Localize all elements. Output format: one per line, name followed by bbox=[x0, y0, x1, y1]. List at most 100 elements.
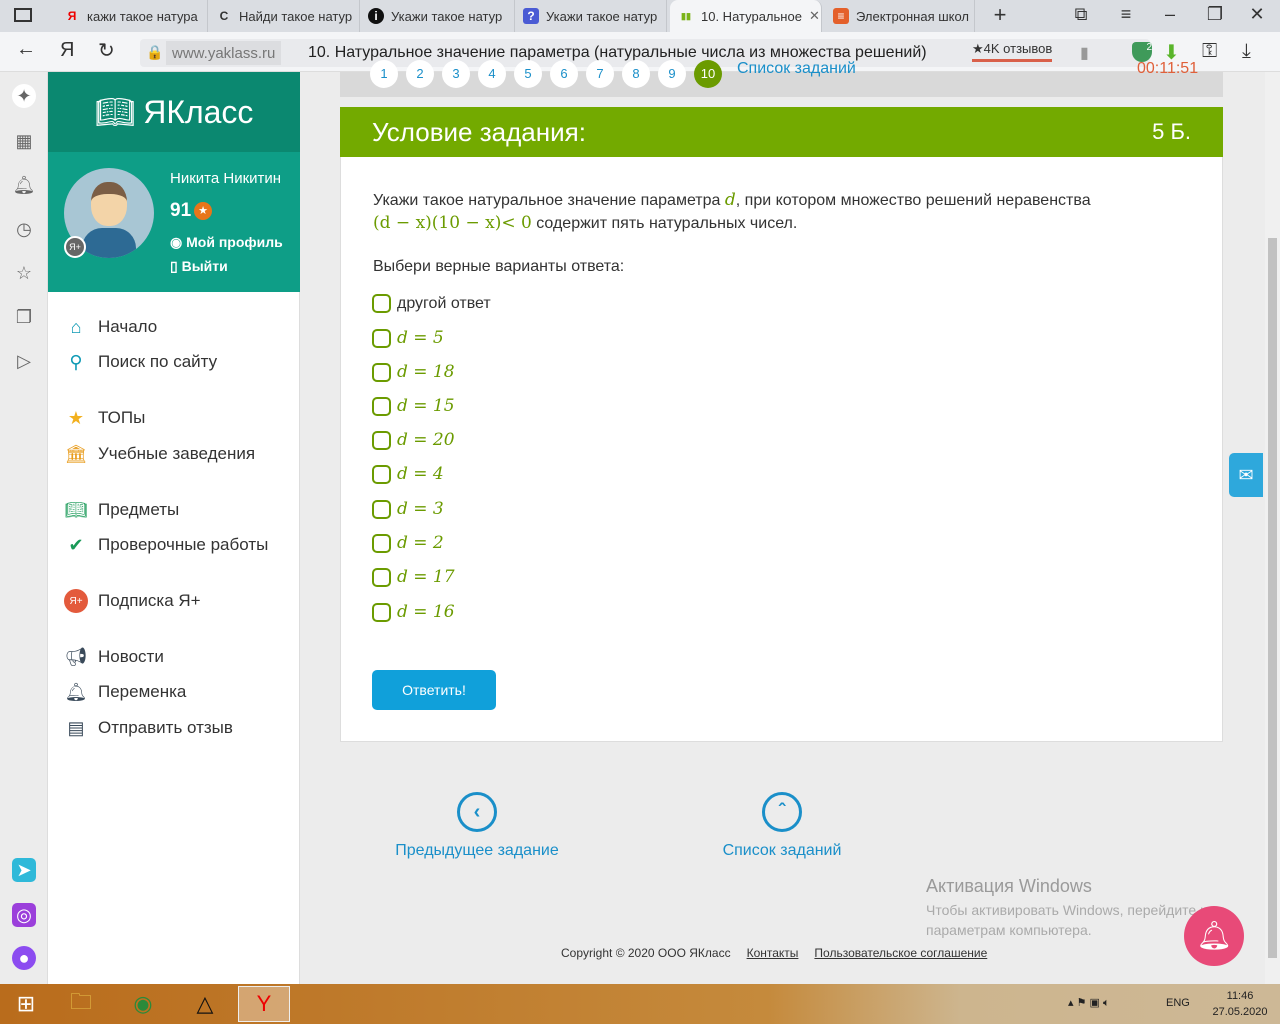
collections-icon[interactable]: ❐ bbox=[12, 305, 36, 329]
chrome-icon[interactable]: ◉ bbox=[117, 986, 169, 1022]
nav-item-news[interactable]: 📢︎ Новости bbox=[64, 645, 164, 669]
apps-grid-icon[interactable]: ▦ bbox=[12, 129, 36, 153]
site-logo[interactable]: 📖︎ ЯКласс bbox=[48, 72, 300, 152]
instagram-icon[interactable]: ◎ bbox=[12, 903, 36, 927]
answer-option[interactable]: d = 20 bbox=[372, 430, 455, 450]
browser-tab[interactable]: i Укажи такое натур bbox=[360, 0, 515, 32]
page-number[interactable]: 4 bbox=[478, 60, 506, 88]
bookmark-icon[interactable]: ▮ bbox=[1080, 43, 1089, 63]
star-coin-icon: ★ bbox=[194, 202, 212, 220]
avatar-icon[interactable]: ✦ bbox=[12, 84, 36, 108]
answer-checkbox[interactable] bbox=[372, 499, 391, 519]
browser-tab[interactable]: ? Укажи такое натур bbox=[515, 0, 667, 32]
browser-tab-active[interactable]: ▮▮ 10. Натуральное ✕ bbox=[670, 0, 822, 32]
nav-item-subscription[interactable]: Я+ Подписка Я+ bbox=[64, 589, 201, 613]
new-tab-icon[interactable]: + bbox=[985, 2, 1015, 28]
page-number[interactable]: 1 bbox=[370, 60, 398, 88]
chevron-up-icon: ˆ bbox=[762, 792, 802, 832]
star-icon[interactable]: ☆ bbox=[12, 261, 36, 285]
page-number[interactable]: 10 bbox=[694, 60, 722, 88]
scrollbar-thumb[interactable] bbox=[1268, 238, 1277, 958]
contacts-link[interactable]: Контакты bbox=[747, 946, 799, 960]
task-list-link[interactable]: Список заданий bbox=[737, 60, 856, 78]
user-icon: ◉ bbox=[170, 234, 187, 250]
minimize-icon[interactable]: – bbox=[1155, 4, 1185, 25]
yandex-home-icon[interactable]: Я bbox=[60, 39, 74, 62]
answer-option[interactable]: d = 17 bbox=[372, 567, 455, 587]
page-number[interactable]: 8 bbox=[622, 60, 650, 88]
task-list-bottom-link[interactable]: ˆ Список заданий bbox=[712, 792, 852, 860]
answer-option[interactable]: d = 18 bbox=[372, 362, 455, 382]
submit-answer-button[interactable]: Ответить! bbox=[372, 670, 496, 710]
menu-icon[interactable]: ≡ bbox=[1111, 4, 1141, 25]
adblock-shield-icon[interactable]: 2 bbox=[1132, 42, 1152, 62]
answer-checkbox[interactable] bbox=[372, 396, 391, 416]
nav-item-break[interactable]: 🔔︎ Переменка bbox=[64, 680, 187, 704]
browser-tab[interactable]: C Найди такое натур bbox=[208, 0, 360, 32]
answer-checkbox[interactable] bbox=[372, 430, 391, 450]
answer-checkbox[interactable] bbox=[372, 294, 391, 313]
answer-checkbox[interactable] bbox=[372, 533, 391, 553]
mail-feedback-icon[interactable]: ✉ bbox=[1229, 453, 1263, 497]
clock-time: 11:46 bbox=[1226, 990, 1254, 1002]
tray-icons[interactable]: ▴ ⚑ ▣ 🔈︎ bbox=[1068, 996, 1110, 1010]
page-number[interactable]: 2 bbox=[406, 60, 434, 88]
clock[interactable]: 11:46 27.05.2020 bbox=[1205, 988, 1275, 1020]
tabs-panel-icon[interactable] bbox=[14, 8, 32, 22]
windows-start-icon[interactable]: ⊞ bbox=[0, 986, 52, 1022]
answer-option[interactable]: d = 5 bbox=[372, 328, 444, 348]
answer-option[interactable]: d = 3 bbox=[372, 499, 444, 519]
answer-option[interactable]: d = 4 bbox=[372, 464, 444, 484]
answer-checkbox[interactable] bbox=[372, 602, 391, 622]
logout-link[interactable]: ▯ Выйти bbox=[170, 258, 228, 275]
nav-item-tests[interactable]: ✔ Проверочные работы bbox=[64, 533, 268, 557]
yandex-browser-icon[interactable]: Y bbox=[238, 986, 290, 1022]
reviews-badge[interactable]: ★4K отзывов bbox=[972, 41, 1053, 62]
restore-icon[interactable]: ❐ bbox=[1200, 4, 1230, 25]
answer-checkbox[interactable] bbox=[372, 567, 391, 587]
answer-checkbox[interactable] bbox=[372, 362, 391, 382]
browser-tab[interactable]: Якажи такое натура bbox=[56, 0, 208, 32]
reload-icon[interactable]: ↻ bbox=[98, 38, 115, 63]
answer-checkbox[interactable] bbox=[372, 464, 391, 484]
answer-checkbox[interactable] bbox=[372, 328, 391, 348]
notification-bell-icon[interactable]: 🔔︎ bbox=[1184, 906, 1244, 966]
downloads-icon[interactable]: ⤓ bbox=[1242, 40, 1251, 63]
bookmarks-icon[interactable]: ⧉ bbox=[1066, 4, 1096, 25]
close-tab-icon[interactable]: ✕ bbox=[809, 8, 820, 24]
answer-option-label: d = 2 bbox=[397, 533, 444, 553]
page-number[interactable]: 5 bbox=[514, 60, 542, 88]
bell-icon[interactable]: 🔔︎ bbox=[12, 173, 36, 197]
browser-tab[interactable]: ≡ Электронная школ bbox=[825, 0, 975, 32]
nav-item-search[interactable]: ⚲ Поиск по сайту bbox=[64, 350, 217, 374]
my-profile-label: Мой профиль bbox=[186, 234, 283, 250]
page-number[interactable]: 9 bbox=[658, 60, 686, 88]
my-profile-link[interactable]: ◉ Мой профиль bbox=[170, 234, 283, 251]
answer-option[interactable]: d = 15 bbox=[372, 396, 455, 416]
language-indicator[interactable]: ENG bbox=[1166, 997, 1190, 1009]
history-icon[interactable]: ◷ bbox=[12, 217, 36, 241]
file-explorer-icon[interactable]: 🗀 bbox=[55, 986, 107, 1022]
close-window-icon[interactable]: ✕ bbox=[1242, 4, 1272, 25]
nav-label: Учебные заведения bbox=[98, 444, 256, 463]
aimp-icon[interactable]: △ bbox=[179, 986, 231, 1022]
messenger-icon[interactable]: ➤ bbox=[12, 858, 36, 882]
back-icon[interactable]: ← bbox=[16, 38, 36, 61]
page-number[interactable]: 7 bbox=[586, 60, 614, 88]
answer-option[interactable]: d = 16 bbox=[372, 602, 455, 622]
nav-item-feedback[interactable]: ▤ Отправить отзыв bbox=[64, 716, 232, 740]
scrollbar[interactable] bbox=[1265, 72, 1280, 984]
nav-item-home[interactable]: ⌂ Начало bbox=[64, 315, 158, 339]
page-number[interactable]: 3 bbox=[442, 60, 470, 88]
answer-option[interactable]: d = 2 bbox=[372, 533, 444, 553]
nav-item-schools[interactable]: 🏛︎ Учебные заведения bbox=[64, 442, 256, 466]
agreement-link[interactable]: Пользовательское соглашение bbox=[814, 946, 987, 960]
play-icon[interactable]: ▷ bbox=[12, 349, 36, 373]
passwords-icon[interactable]: ⚿ bbox=[1202, 40, 1217, 63]
answer-option[interactable]: другой ответ bbox=[372, 294, 491, 313]
page-number[interactable]: 6 bbox=[550, 60, 578, 88]
previous-task-link[interactable]: ‹ Предыдущее задание bbox=[392, 792, 562, 860]
nav-item-subjects[interactable]: 📖︎ Предметы bbox=[64, 498, 180, 522]
alice-icon[interactable]: ● bbox=[12, 946, 36, 970]
nav-item-tops[interactable]: ★ ТОПы bbox=[64, 406, 145, 430]
